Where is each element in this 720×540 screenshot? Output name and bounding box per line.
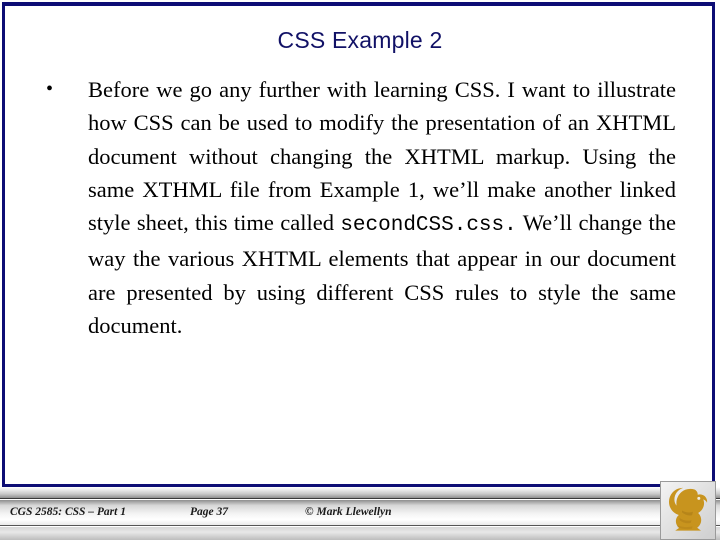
bullet-marker: • xyxy=(46,78,54,100)
bullet-paragraph: Before we go any further with learning C… xyxy=(88,73,676,342)
slide: CSS Example 2 • Before we go any further… xyxy=(0,0,720,540)
slide-body: • Before we go any further with learning… xyxy=(38,73,676,342)
ucf-pegasus-logo xyxy=(660,481,716,540)
footer-page-number: Page 37 xyxy=(190,506,229,518)
list-item: • Before we go any further with learning… xyxy=(38,73,676,342)
slide-footer: CGS 2585: CSS – Part 1 Page 37 © Mark Ll… xyxy=(0,487,720,540)
code-filename: secondCSS.css. xyxy=(340,214,517,238)
page-title: CSS Example 2 xyxy=(277,27,443,53)
footer-course-label: CGS 2585: CSS – Part 1 xyxy=(10,506,126,518)
footer-band-top xyxy=(0,487,720,499)
pegasus-icon xyxy=(669,487,708,531)
footer-copyright: © Mark Llewellyn xyxy=(305,506,392,518)
footer-band-bottom xyxy=(0,527,720,540)
